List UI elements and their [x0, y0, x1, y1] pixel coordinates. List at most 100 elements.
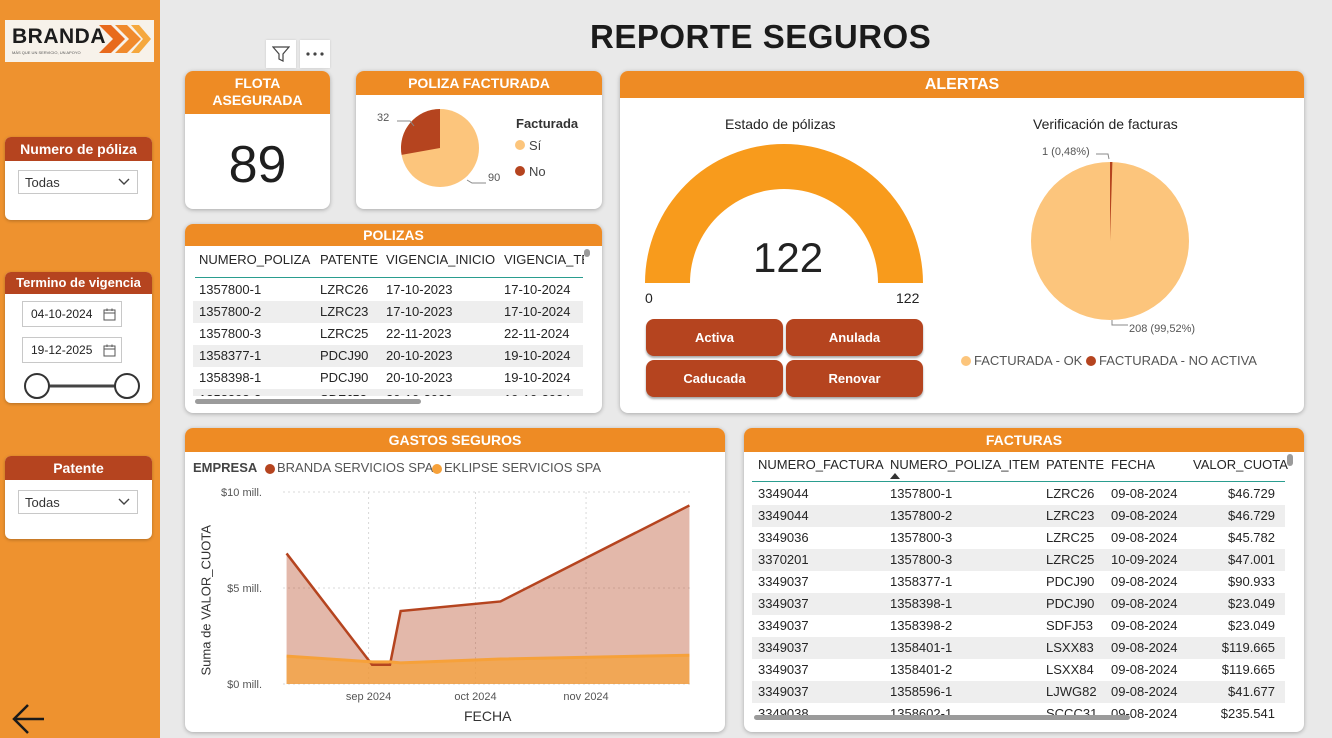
col-numero-poliza[interactable]: NUMERO_POLIZA — [199, 252, 310, 267]
table-row[interactable]: 1357800-1 LZRC26 17-10-2023 17-10-2024 — [193, 279, 583, 301]
col-numero-factura[interactable]: NUMERO_FACTURA — [758, 457, 884, 472]
start-date-input[interactable]: 04-10-2024 — [22, 301, 122, 327]
polizas-vscroll[interactable] — [584, 249, 590, 257]
table-row[interactable]: 1358398-2 SDFJ53 20-10-2023 19-10-2024 — [193, 389, 583, 396]
legend-no[interactable]: No — [529, 164, 546, 179]
logo-tagline: MÁS QUE UN SERVICIO, UN APOYO — [12, 50, 81, 55]
polizas-card: POLIZAS NUMERO_POLIZA PATENTE VIGENCIA_I… — [185, 224, 602, 413]
table-cell: 3349037 — [758, 618, 809, 633]
table-row[interactable]: 1357800-2 LZRC23 17-10-2023 17-10-2024 — [193, 301, 583, 323]
filter-icon[interactable] — [266, 40, 296, 68]
table-cell: 3349044 — [758, 508, 809, 523]
table-cell: PDCJ90 — [320, 370, 369, 385]
table-cell: 1358377-1 — [199, 348, 262, 363]
table-cell: LJWG82 — [1046, 684, 1097, 699]
table-cell: LSXX84 — [1046, 662, 1094, 677]
table-cell: 09-08-2024 — [1111, 640, 1178, 655]
start-date-value: 04-10-2024 — [31, 307, 93, 321]
table-cell: $90.933 — [1228, 574, 1275, 589]
poliza-dropdown-value: Todas — [25, 174, 60, 190]
table-row[interactable]: 3349044 1357800-2 LZRC23 09-08-2024 $46.729 — [752, 505, 1285, 527]
col-vigencia-termino[interactable]: VIGENCIA_TE — [504, 252, 584, 267]
end-date-input[interactable]: 19-12-2025 — [22, 337, 122, 363]
gastos-area-chart[interactable]: $0 mill. $5 mill. $10 mill. sep 2024 oct 202… — [185, 428, 725, 732]
facturas-vscroll[interactable] — [1287, 454, 1293, 466]
facturas-title: FACTURAS — [744, 428, 1304, 452]
polizas-scrollbar[interactable] — [195, 399, 421, 404]
table-cell: 1357800-1 — [199, 282, 262, 297]
table-cell: LZRC23 — [320, 304, 369, 319]
activa-button[interactable]: Activa — [646, 319, 783, 356]
col-valor-cuota[interactable]: VALOR_CUOTA — [1193, 457, 1288, 472]
chevron-down-icon — [118, 178, 130, 185]
table-cell: PDCJ90 — [1046, 574, 1095, 589]
table-cell: 1358398-1 — [199, 370, 262, 385]
header-divider — [195, 277, 583, 278]
table-cell: 17-10-2024 — [504, 304, 571, 319]
date-range-slider[interactable] — [23, 372, 143, 400]
calendar-icon[interactable] — [103, 308, 116, 321]
table-cell: 17-10-2024 — [504, 282, 571, 297]
gauge-min: 0 — [645, 290, 653, 306]
poliza-facturada-card: POLIZA FACTURADA 32 90 Facturada Sí No — [356, 71, 602, 209]
table-row[interactable]: 3349036 1357800-3 LZRC25 09-08-2024 $45.782 — [752, 527, 1285, 549]
table-cell: LSXX83 — [1046, 640, 1094, 655]
table-cell: $45.782 — [1228, 530, 1275, 545]
col-patente[interactable]: PATENTE — [320, 252, 378, 267]
polizas-table: NUMERO_POLIZA PATENTE VIGENCIA_INICIO VI… — [185, 246, 602, 396]
table-cell: $235.541 — [1220, 706, 1275, 721]
table-cell: 3370201 — [758, 552, 809, 567]
table-row[interactable]: 3349037 1358377-1 PDCJ90 09-08-2024 $90.933 — [752, 571, 1285, 593]
table-cell: 09-08-2024 — [1111, 486, 1178, 501]
facturas-scrollbar[interactable] — [754, 715, 1130, 720]
verificacion-pie[interactable] — [1000, 141, 1260, 341]
patente-dropdown[interactable]: Todas — [18, 490, 138, 514]
legend-facturada-no-activa[interactable]: FACTURADA - NO ACTIVA — [1099, 353, 1257, 368]
table-row[interactable]: 3370201 1357800-3 LZRC25 10-09-2024 $47.001 — [752, 549, 1285, 571]
table-cell: 3349037 — [758, 596, 809, 611]
table-row[interactable]: 3349037 1358398-2 SDFJ53 09-08-2024 $23.049 — [752, 615, 1285, 637]
pie-slice-no — [400, 109, 440, 155]
table-row[interactable]: 3349037 1358401-1 LSXX83 09-08-2024 $119.665 — [752, 637, 1285, 659]
slider-start-handle — [24, 373, 50, 399]
table-cell: 1357800-3 — [199, 326, 262, 341]
verificacion-label-large: 208 (99,52%) — [1129, 323, 1196, 335]
table-cell: 1358401-2 — [890, 662, 953, 677]
legend-si[interactable]: Sí — [529, 138, 541, 153]
table-cell: $23.049 — [1228, 596, 1275, 611]
back-arrow-icon[interactable] — [11, 703, 47, 735]
table-row[interactable]: 1357800-3 LZRC25 22-11-2023 22-11-2024 — [193, 323, 583, 345]
table-cell: 09-08-2024 — [1111, 662, 1178, 677]
table-cell: LZRC26 — [1046, 486, 1095, 501]
calendar-icon[interactable] — [103, 344, 116, 357]
col-patente[interactable]: PATENTE — [1046, 457, 1104, 472]
table-cell: 1358596-1 — [890, 684, 953, 699]
more-options-icon[interactable] — [300, 40, 330, 68]
table-cell: 17-10-2023 — [386, 282, 453, 297]
legend-facturada-ok[interactable]: FACTURADA - OK — [974, 353, 1082, 368]
polizas-title: POLIZAS — [185, 224, 602, 246]
poliza-facturada-pie[interactable] — [356, 95, 602, 209]
table-row[interactable]: 1358398-1 PDCJ90 20-10-2023 19-10-2024 — [193, 367, 583, 389]
poliza-dropdown[interactable]: Todas — [18, 170, 138, 194]
table-cell: 3349044 — [758, 486, 809, 501]
table-row[interactable]: 1358377-1 PDCJ90 20-10-2023 19-10-2024 — [193, 345, 583, 367]
anulada-button[interactable]: Anulada — [786, 319, 923, 356]
caducada-button[interactable]: Caducada — [646, 360, 783, 397]
col-fecha[interactable]: FECHA — [1111, 457, 1155, 472]
col-numero-poliza-item[interactable]: NUMERO_POLIZA_ITEM — [890, 457, 1040, 472]
sort-ascending-icon[interactable] — [890, 473, 900, 479]
table-cell: 1357800-3 — [890, 530, 953, 545]
table-row[interactable]: 3349037 1358596-1 LJWG82 09-08-2024 $41.677 — [752, 681, 1285, 703]
table-cell: 19-10-2024 — [504, 389, 571, 396]
table-row[interactable]: 3349037 1358401-2 LSXX84 09-08-2024 $119.665 — [752, 659, 1285, 681]
table-cell: LZRC25 — [320, 326, 369, 341]
table-row[interactable]: 3349044 1357800-1 LZRC26 09-08-2024 $46.729 — [752, 483, 1285, 505]
col-vigencia-inicio[interactable]: VIGENCIA_INICIO — [386, 252, 495, 267]
table-cell: 20-10-2023 — [386, 348, 453, 363]
renovar-button[interactable]: Renovar — [786, 360, 923, 397]
table-cell: 1358377-1 — [890, 574, 953, 589]
table-cell: 17-10-2023 — [386, 304, 453, 319]
table-cell: 09-08-2024 — [1111, 508, 1178, 523]
table-row[interactable]: 3349037 1358398-1 PDCJ90 09-08-2024 $23.049 — [752, 593, 1285, 615]
